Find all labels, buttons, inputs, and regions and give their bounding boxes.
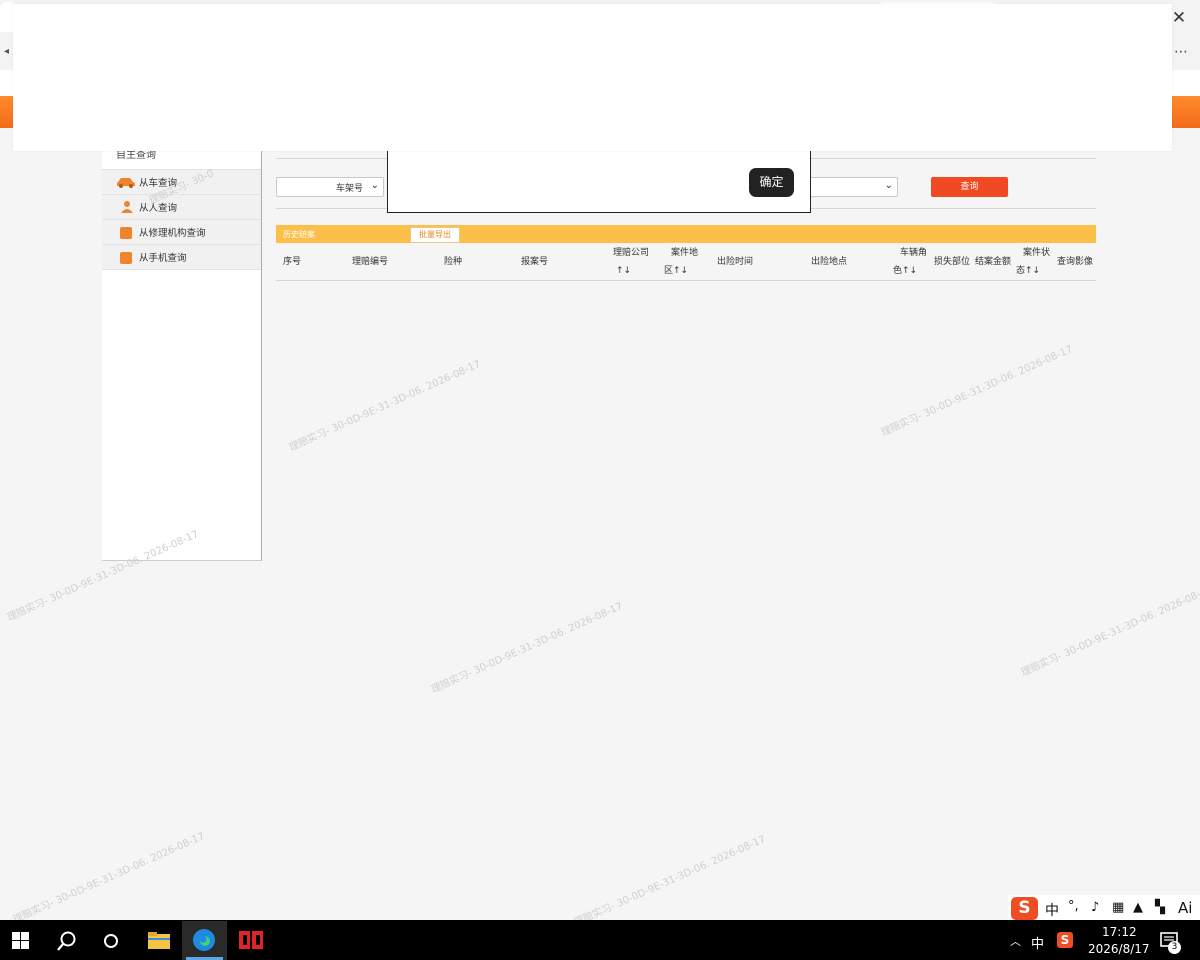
notification-count-badge: 3 <box>1168 941 1181 954</box>
column-header[interactable]: 案件状 <box>1023 244 1050 262</box>
column-header[interactable]: 案件地 <box>671 244 698 262</box>
close-icon[interactable]: ✕ <box>1166 6 1192 30</box>
divider <box>276 280 1096 281</box>
sidebar-item-label: 从修理机构查询 <box>139 228 206 239</box>
clock-time[interactable]: 17:12 <box>1102 925 1137 939</box>
select-value: 车架号 <box>335 184 363 194</box>
column-header[interactable]: 序号 <box>283 253 301 271</box>
column-header[interactable]: 结案金额 <box>975 253 1011 271</box>
column-header[interactable]: 理赔公司 <box>613 244 649 262</box>
chevron-down-icon: ⌄ <box>884 180 893 191</box>
punctuation-icon[interactable]: °, <box>1068 899 1079 914</box>
windows-start-icon[interactable] <box>12 932 29 949</box>
column-header[interactable]: 出险地点 <box>811 253 847 271</box>
sidebar-item-person-query[interactable]: 从人查询 <box>102 195 261 220</box>
column-header[interactable]: 车辆角 <box>900 244 927 262</box>
column-header-cont[interactable]: 态↑↓ <box>1016 262 1040 280</box>
microphone-icon[interactable]: ♪ <box>1091 900 1099 915</box>
clock-date[interactable]: 2026/8/17 <box>1088 942 1150 956</box>
sogou-tray-icon[interactable]: S <box>1057 932 1073 948</box>
ime-toolbar: S 中 °, ♪ ▦ ▲ ▚ Ai <box>1008 895 1200 922</box>
batch-export-button[interactable]: 批量导出 <box>410 227 460 243</box>
task-view-icon[interactable] <box>102 932 120 950</box>
vin-type-select[interactable]: 车架号 ⌄ <box>276 177 384 197</box>
ime-language[interactable]: 中 <box>1045 900 1059 920</box>
chevron-up-icon[interactable]: ︿ <box>1010 933 1021 949</box>
history-bar <box>276 225 1096 243</box>
person-icon <box>121 201 133 213</box>
ai-icon[interactable]: Ai <box>1178 899 1192 917</box>
sidebar-item-phone-query[interactable]: 从手机查询 <box>102 245 261 270</box>
edge-browser-icon[interactable] <box>192 928 216 952</box>
search-icon[interactable] <box>56 930 78 952</box>
car-icon <box>117 178 135 188</box>
app-icon[interactable] <box>239 931 263 949</box>
file-explorer-icon[interactable] <box>148 932 170 950</box>
phone-query-icon <box>120 252 132 264</box>
sogou-logo-icon[interactable]: S <box>1011 897 1038 920</box>
ime-language-indicator[interactable]: 中 <box>1031 933 1044 952</box>
column-header[interactable]: 出险时间 <box>717 253 753 271</box>
sort-icon[interactable]: ↑↓ <box>616 262 631 280</box>
overlay-panel <box>13 4 1172 151</box>
column-header[interactable]: 损失部位 <box>934 253 970 271</box>
toolbox-icon[interactable]: ▚ <box>1155 900 1165 915</box>
sidebar-item-repair-shop-query[interactable]: 从修理机构查询 <box>102 220 261 245</box>
column-header-cont[interactable]: 区↑↓ <box>664 262 688 280</box>
history-title: 历史赔案 <box>283 230 315 239</box>
column-header[interactable]: 报案号 <box>521 253 548 271</box>
repair-shop-icon <box>120 227 132 239</box>
column-header[interactable]: 理赔编号 <box>352 253 388 271</box>
skin-icon[interactable]: ▲ <box>1133 900 1143 915</box>
sidebar-item-label: 从手机查询 <box>139 253 187 264</box>
column-header[interactable]: 险种 <box>444 253 462 271</box>
query-button[interactable]: 查询 <box>931 177 1008 197</box>
confirm-button[interactable]: 确定 <box>749 168 794 197</box>
chevron-down-icon: ⌄ <box>370 180 379 191</box>
column-header[interactable]: 查询影像 <box>1057 253 1093 271</box>
column-header-cont[interactable]: 色↑↓ <box>893 262 917 280</box>
keyboard-icon[interactable]: ▦ <box>1112 900 1124 915</box>
